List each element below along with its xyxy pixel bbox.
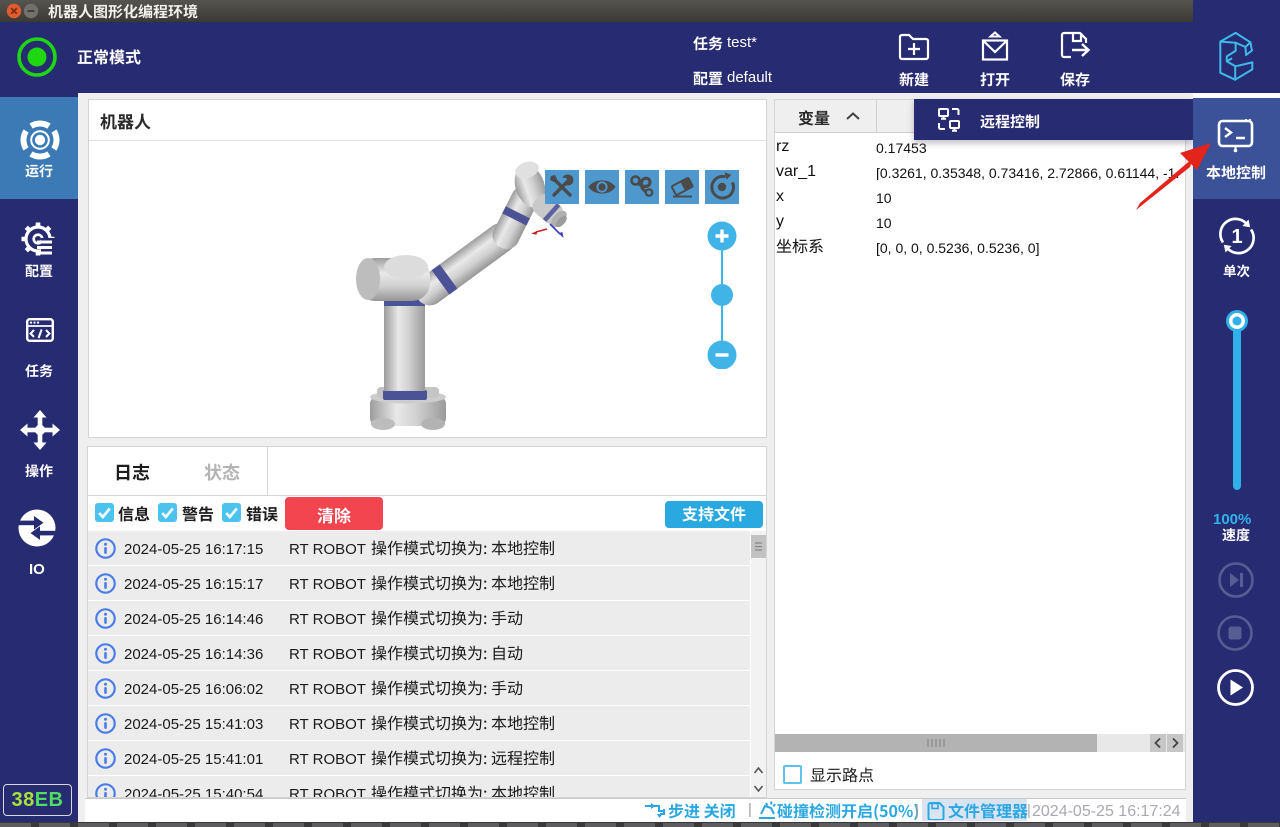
svg-text:1: 1: [1231, 226, 1242, 248]
